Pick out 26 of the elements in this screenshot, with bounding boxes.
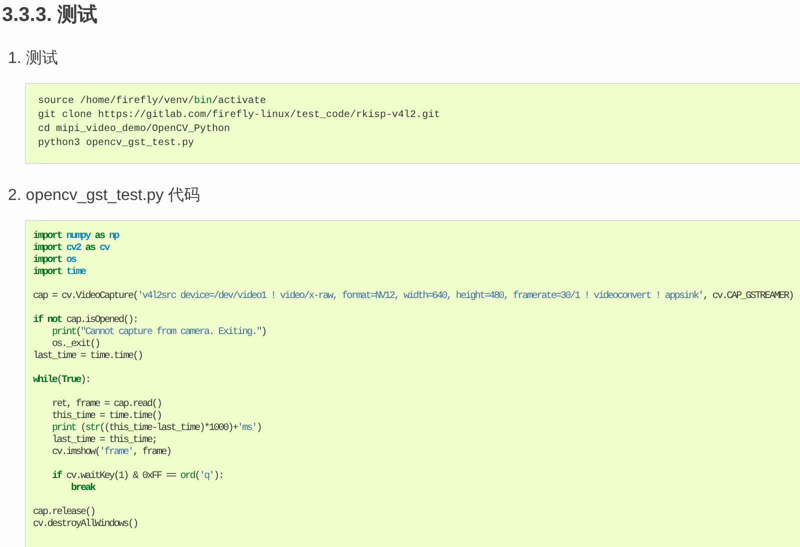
- code-line: if cv.waitKey(1) & 0xFF == ord('q'):: [51, 470, 224, 482]
- code-line: import cv2 as cv: [33, 243, 110, 254]
- code-line: last_time = time.time(): [33, 351, 142, 363]
- code-line: cd mipi_video_demo/OpenCV_Python: [38, 123, 230, 137]
- code-line: cap.release(): [33, 506, 95, 518]
- code-line: git clone https://gitlab.com/firefly-linux/test_code/rkisp-v4l2.git: [38, 109, 440, 123]
- list-item-heading: 1. 测试: [8, 49, 58, 69]
- code-line: print("Cannot capture from camera. Exiting."): [51, 327, 266, 338]
- code-line: break: [70, 483, 95, 495]
- code-line: import os: [33, 255, 76, 266]
- code-line: cv.imshow('frame', frame): [51, 447, 171, 459]
- code-line: os._exit(): [51, 339, 100, 350]
- code-line: if not cap.isOpened():: [33, 314, 138, 326]
- code-line: last_time = this_time;: [51, 435, 157, 446]
- code-line: import time: [33, 267, 86, 279]
- code-line: source /home/firefly/venv/bin/activate: [38, 95, 266, 109]
- code-line: ret, frame = cap.read(): [51, 398, 162, 410]
- code-line: while(True):: [33, 374, 90, 387]
- list-item-heading: 2. opencv_gst_test.py 代码: [8, 186, 200, 206]
- code-line: print (str((this_time-last_time)*1000)+'ms'): [51, 423, 262, 434]
- code-line: python3 opencv_gst_test.py: [38, 137, 194, 151]
- code-line: cap = cv.VideoCapture('v4l2src device=/dev/video1 ! video/x-raw, format=NV12, width=640, height=480, framerate=30/1 ! videoconvert ! appsink', cv.CAP_GSTREAMER): [33, 290, 794, 303]
- code-line: cv.destroyAllWindows(): [33, 519, 138, 531]
- code-line: this_time = time.time(): [51, 411, 162, 422]
- section-heading: 3.3.3. 测试: [2, 3, 98, 27]
- code-line: import numpy as np: [33, 231, 119, 242]
